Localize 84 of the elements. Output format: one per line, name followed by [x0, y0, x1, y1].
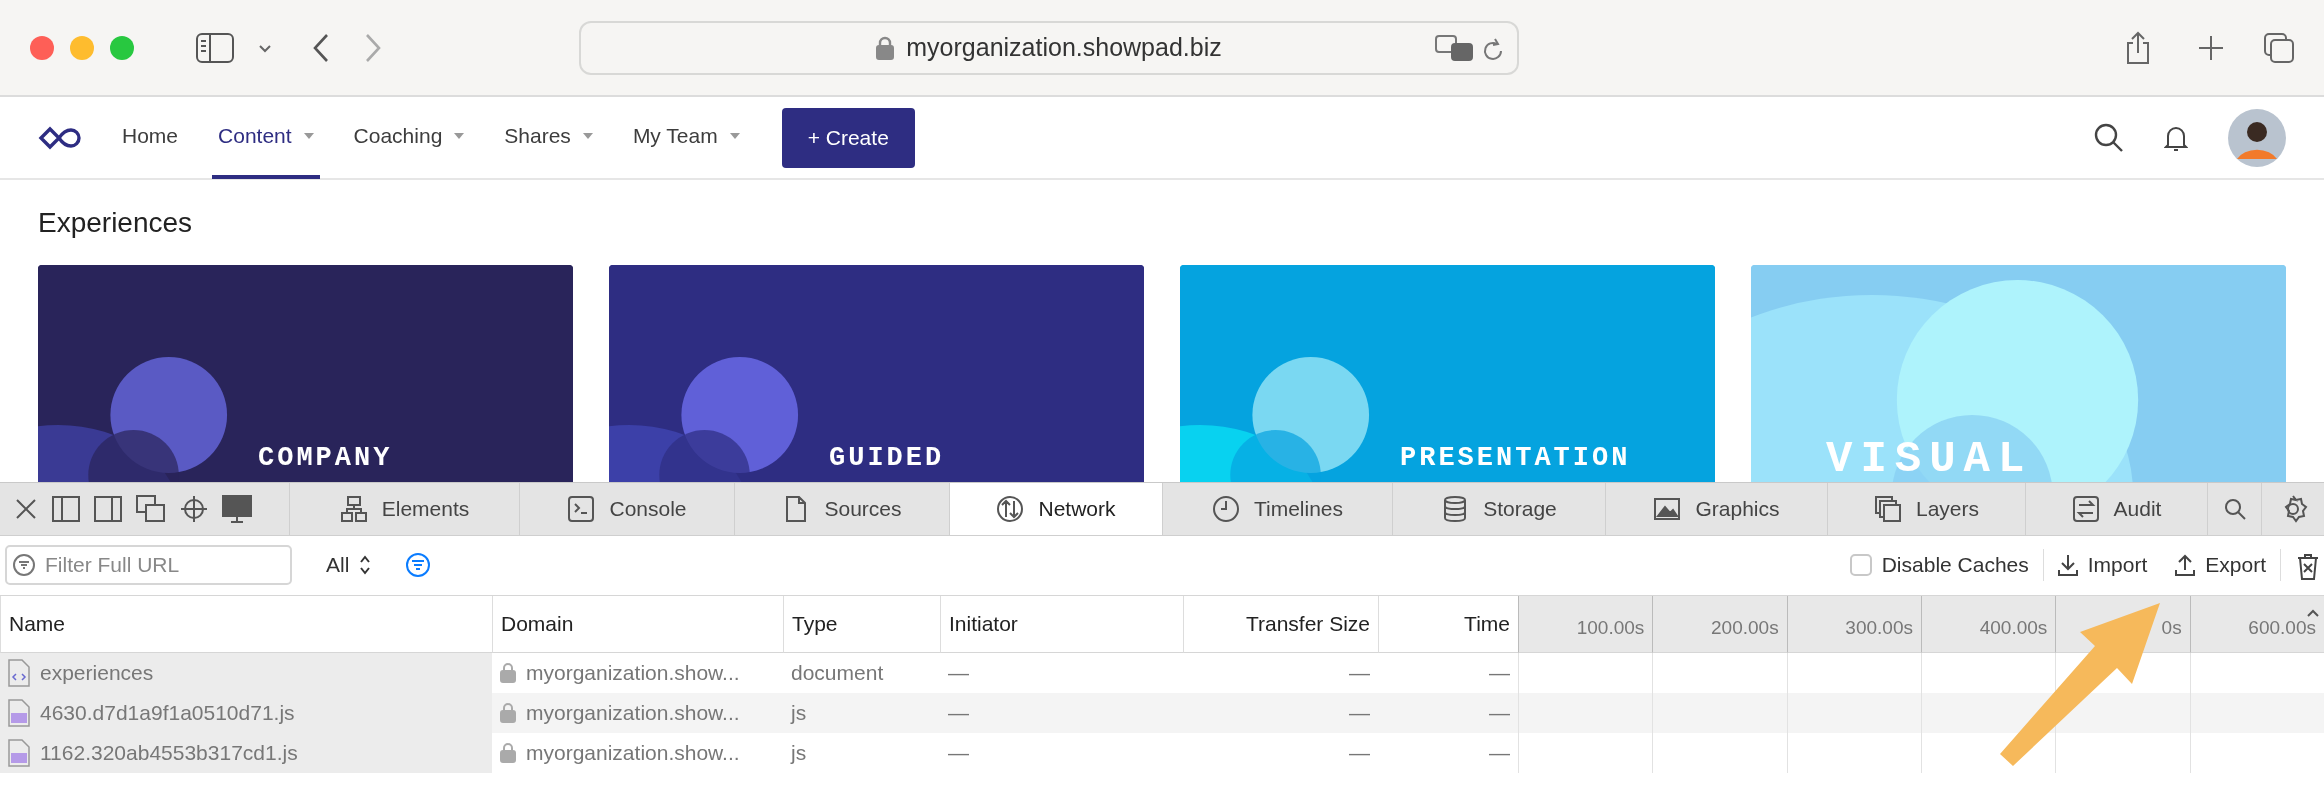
- table-cell-text: experiences: [40, 659, 154, 686]
- timeline-tick: 300.00s: [1845, 616, 1913, 641]
- column-header[interactable]: Type: [783, 595, 940, 653]
- html-file-icon: [8, 658, 30, 687]
- nav-tab[interactable]: Shares: [498, 96, 599, 179]
- table-cell-text: myorganization.show...: [526, 659, 740, 686]
- table-cell-text: —: [1349, 659, 1370, 686]
- import-button[interactable]: Import: [2042, 549, 2162, 581]
- nav-tab[interactable]: Home: [116, 96, 185, 179]
- table-cell-text: 1162.320ab4553b317cd1.js: [40, 739, 298, 766]
- download-icon: [2057, 554, 2078, 577]
- elements-icon: [339, 494, 368, 523]
- timeline-tick: 400.00s: [1979, 616, 2048, 641]
- export-button[interactable]: Export: [2161, 549, 2280, 581]
- script-file-icon: [8, 738, 30, 767]
- table-cell-text: myorganization.show...: [526, 699, 740, 726]
- card-title: GUIDED: [829, 444, 945, 472]
- share-icon[interactable]: [2126, 30, 2150, 65]
- search-icon[interactable]: [2222, 496, 2247, 521]
- column-header[interactable]: Domain: [492, 595, 783, 653]
- nav-tab[interactable]: Coaching: [347, 96, 471, 179]
- table-cell-text: js: [791, 739, 807, 766]
- monitor-icon[interactable]: [222, 494, 252, 523]
- nav-tab[interactable]: My Team: [626, 96, 746, 179]
- script-file-icon: [8, 698, 30, 727]
- table-cell-text: document: [791, 659, 884, 686]
- translate-icon[interactable]: [1435, 33, 1475, 64]
- url-text: myorganization.showpad.biz: [906, 31, 1222, 63]
- lock-icon: [500, 662, 516, 683]
- table-cell-text: —: [1489, 739, 1510, 766]
- disable-caches-checkbox[interactable]: Disable Caches: [1835, 549, 2043, 581]
- search-icon[interactable]: [2094, 122, 2124, 153]
- timeline-tick: 100.00s: [1576, 616, 1645, 641]
- filter-options-icon[interactable]: [405, 552, 432, 579]
- upload-icon: [2175, 554, 2196, 577]
- page-heading: Experiences: [38, 206, 194, 240]
- card-title: COMPANY: [258, 444, 393, 472]
- trash-icon[interactable]: [2297, 553, 2319, 580]
- windows-icon[interactable]: [136, 494, 166, 523]
- updown-icon: [359, 555, 372, 576]
- column-header[interactable]: Transfer Size: [1183, 595, 1378, 653]
- dock-right-icon[interactable]: [94, 495, 122, 522]
- type-filter-dropdown[interactable]: All: [312, 549, 386, 581]
- lock-icon: [876, 35, 895, 60]
- sidebar-icon[interactable]: [195, 31, 235, 64]
- console-icon: [567, 494, 596, 523]
- card-title: VISUAL: [1826, 436, 2033, 481]
- network-icon: [996, 494, 1025, 523]
- nav-tab[interactable]: Content: [212, 96, 320, 179]
- create-button[interactable]: + Create: [781, 107, 915, 168]
- timeline-tick: 200.00s: [1711, 616, 1779, 641]
- layers-icon: [1874, 494, 1902, 523]
- close-window-button[interactable]: [30, 35, 54, 60]
- table-cell-text: —: [948, 699, 969, 726]
- table-cell-text: —: [948, 739, 969, 766]
- clock-icon: [1211, 494, 1240, 523]
- avatar[interactable]: [2228, 108, 2286, 167]
- close-icon[interactable]: [14, 496, 38, 521]
- column-header[interactable]: Name: [0, 595, 492, 653]
- address-bar[interactable]: myorganization.showpad.biz: [579, 20, 1519, 75]
- table-cell-text: —: [1349, 699, 1370, 726]
- table-cell-text: —: [1349, 739, 1370, 766]
- timeline-tick: 600.00s: [2248, 616, 2316, 641]
- lock-icon: [500, 742, 516, 763]
- table-cell-text: —: [948, 659, 969, 686]
- arrows-icon: [2071, 494, 2100, 523]
- tabs-overview-icon[interactable]: [2264, 32, 2294, 63]
- experience-card[interactable]: GUIDED: [609, 264, 1144, 482]
- crosshair-icon[interactable]: [180, 494, 208, 523]
- table-cell-text: 4630.d7d1a9f1a0510d71.js: [40, 699, 295, 726]
- column-header[interactable]: Initiator: [940, 595, 1183, 653]
- table-cell-text: myorganization.show...: [526, 739, 740, 766]
- timeline-tick: 0s: [2161, 616, 2182, 641]
- devtools-tab[interactable]: Network: [950, 482, 1163, 535]
- card-title: PRESENTATION: [1400, 444, 1631, 472]
- plus-icon[interactable]: [2198, 34, 2224, 61]
- table-cell-text: —: [1489, 699, 1510, 726]
- table-cell-text: —: [1489, 659, 1510, 686]
- table-cell-text: js: [791, 699, 807, 726]
- lock-icon: [500, 702, 516, 723]
- chevron-up-icon[interactable]: [2306, 607, 2320, 618]
- experience-card[interactable]: COMPANY: [38, 264, 573, 482]
- filter-field[interactable]: Filter Full URL: [5, 545, 292, 586]
- dock-left-icon[interactable]: [52, 495, 80, 522]
